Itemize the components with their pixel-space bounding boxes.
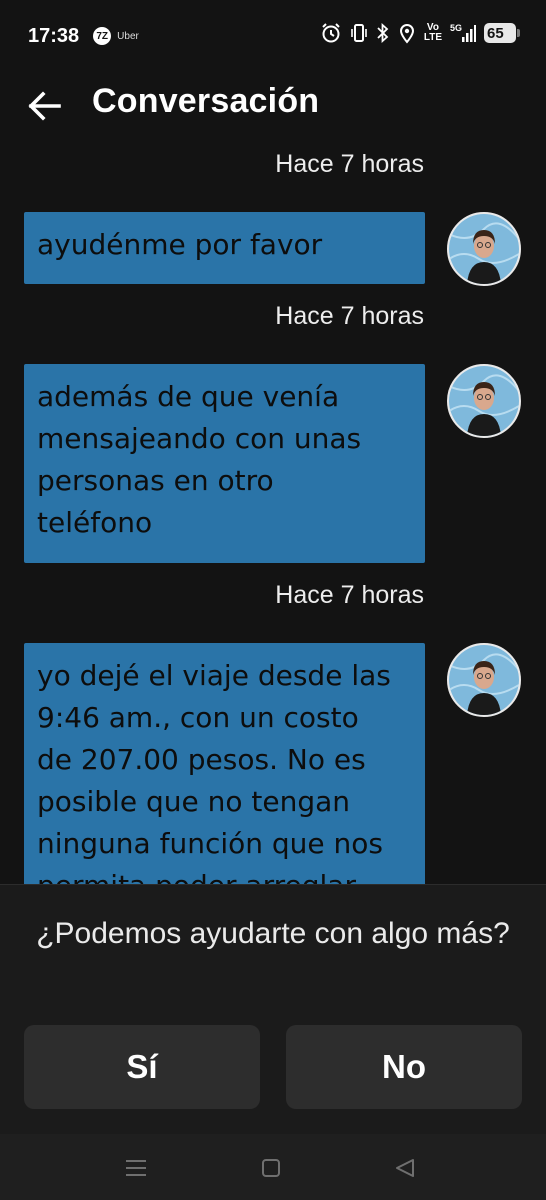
message-timestamp: Hace 7 horas — [275, 581, 424, 609]
arrow-left-icon — [27, 91, 61, 125]
back-triangle-icon[interactable] — [391, 1154, 419, 1182]
battery-icon: 65 — [484, 23, 520, 43]
message-bubble: ayudénme por favor — [24, 212, 425, 284]
status-icons: Vo LTE 5G 65 — [320, 22, 520, 44]
help-question: ¿Podemos ayudarte con algo más? — [36, 917, 510, 950]
home-icon[interactable] — [257, 1154, 285, 1182]
message-bubble: además de que venía mensajeando con unas… — [24, 364, 425, 563]
yes-button[interactable]: Sí — [24, 1025, 260, 1109]
help-feedback-sheet: ¿Podemos ayudarte con algo más? Sí No — [0, 884, 546, 1135]
no-button[interactable]: No — [286, 1025, 522, 1109]
app-name: Uber — [117, 30, 139, 42]
app-logo-icon: 7Z — [93, 27, 112, 45]
bluetooth-icon — [376, 22, 390, 44]
status-bar: 17:38 7Z Uber Vo LTE 5G 65 — [0, 0, 546, 72]
notification-app: 7Z Uber — [93, 27, 139, 45]
avatar — [447, 212, 521, 286]
message-timestamp: Hace 7 horas — [275, 302, 424, 330]
alarm-icon — [320, 22, 342, 44]
status-time: 17:38 — [28, 24, 80, 47]
back-button[interactable] — [24, 88, 64, 128]
conversation-list[interactable]: Hace 7 horas ayudénme por favor Hace 7 h… — [0, 148, 546, 884]
location-icon — [398, 22, 416, 44]
menu-icon[interactable] — [122, 1154, 150, 1182]
message-timestamp: Hace 7 horas — [275, 150, 424, 178]
vibrate-icon — [350, 22, 368, 44]
volte-icon: Vo LTE — [423, 22, 442, 43]
svg-text:5G: 5G — [450, 23, 462, 33]
message-bubble: yo dejé el viaje desde las 9:46 am., con… — [24, 643, 425, 884]
avatar — [447, 364, 521, 438]
system-nav-bar — [0, 1134, 546, 1200]
page-title: Conversación — [92, 82, 320, 120]
avatar — [447, 643, 521, 717]
app-header: Conversación — [0, 72, 546, 148]
signal-icon: 5G — [450, 22, 476, 44]
